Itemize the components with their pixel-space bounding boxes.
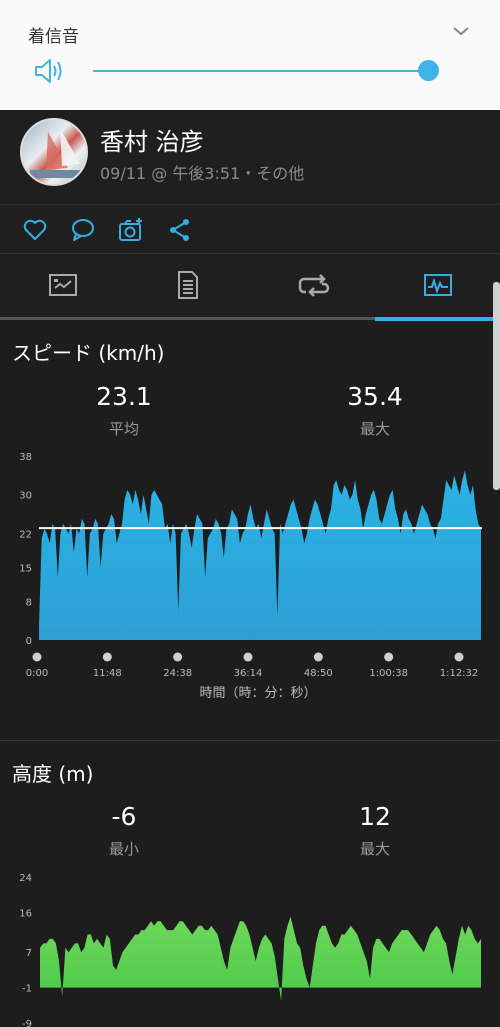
altitude-max-value: 12 xyxy=(359,802,391,831)
comment-icon[interactable] xyxy=(70,217,96,243)
y-tick-label: 7 xyxy=(26,948,32,959)
section-divider xyxy=(0,740,500,741)
altitude-min-value: -6 xyxy=(111,802,137,831)
series-area xyxy=(40,916,481,1001)
speed-avg-value: 23.1 xyxy=(96,382,152,411)
y-tick-label: 30 xyxy=(19,491,32,502)
add-photo-icon[interactable] xyxy=(118,217,144,243)
activity-header: 香村 治彦 09/11 @ 午後3:51・その他 xyxy=(0,110,500,204)
speed-max-label: 最大 xyxy=(359,420,390,438)
x-tick-label: 1:12:32 xyxy=(440,668,479,679)
speed-avg-label: 平均 xyxy=(108,420,139,438)
y-tick-label: 16 xyxy=(19,908,32,919)
x-tick-label: 24:38 xyxy=(163,668,192,679)
volume-panel: 着信音 xyxy=(0,0,500,110)
speed-max-value: 35.4 xyxy=(347,382,403,411)
x-tick-label: 0:00 xyxy=(26,668,48,679)
x-tick-dot xyxy=(102,652,112,662)
y-tick-label: -1 xyxy=(22,984,32,995)
speed-title: スピード (km/h) xyxy=(12,341,165,365)
x-axis-label: 時間（時：分：秒） xyxy=(199,686,316,701)
charts-icon xyxy=(424,274,452,296)
like-icon[interactable] xyxy=(22,217,48,243)
action-bar xyxy=(0,205,500,253)
speed-chart: 38 30 22 15 8 0 0:00 11:48 24:38 36:14 48:50 1:00:3… xyxy=(19,452,482,701)
altitude-max-label: 最大 xyxy=(359,840,390,858)
x-tick-label: 1:00:38 xyxy=(369,668,408,679)
volume-slider-thumb[interactable] xyxy=(418,60,439,81)
y-tick-label: 38 xyxy=(19,452,32,463)
y-tick-label: 8 xyxy=(26,597,32,608)
tab-underline xyxy=(0,317,375,320)
tab-laps[interactable] xyxy=(250,254,375,318)
tab-active-indicator xyxy=(375,317,495,321)
altitude-min-label: 最小 xyxy=(108,840,139,858)
volume-slider-track[interactable] xyxy=(93,70,429,72)
stats-icon xyxy=(178,271,198,299)
x-tick-dot xyxy=(384,652,394,662)
y-tick-label: 0 xyxy=(26,636,32,647)
laps-icon xyxy=(298,274,330,297)
y-tick-label: 24 xyxy=(19,873,32,884)
share-icon[interactable] xyxy=(167,217,193,243)
tab-stats[interactable] xyxy=(125,254,250,318)
tab-summary[interactable] xyxy=(0,254,125,318)
tab-charts[interactable] xyxy=(375,254,500,318)
altitude-chart: 24 16 7 -1 -9 xyxy=(19,873,481,1027)
y-tick-label: 22 xyxy=(19,529,32,540)
user-name[interactable]: 香村 治彦 xyxy=(100,122,204,157)
x-tick-dot xyxy=(243,652,253,662)
x-tick-dot xyxy=(173,652,183,662)
x-tick-dot xyxy=(32,652,42,662)
volume-title: 着信音 xyxy=(28,27,79,47)
y-tick-label: 15 xyxy=(19,563,32,574)
altitude-title: 高度 (m) xyxy=(12,762,94,786)
summary-icon xyxy=(49,274,77,296)
chevron-down-icon[interactable] xyxy=(450,20,472,42)
series-area xyxy=(39,470,481,640)
y-tick-label: -9 xyxy=(22,1019,32,1027)
x-tick-label: 11:48 xyxy=(93,668,122,679)
speaker-icon[interactable] xyxy=(33,57,65,85)
x-tick-label: 48:50 xyxy=(304,668,333,679)
x-tick-dot xyxy=(454,652,464,662)
tab-bar xyxy=(0,254,500,322)
avatar[interactable] xyxy=(20,118,88,186)
x-tick-label: 36:14 xyxy=(234,668,263,679)
x-tick-dot xyxy=(313,652,323,662)
post-meta: 09/11 @ 午後3:51・その他 xyxy=(100,164,305,183)
